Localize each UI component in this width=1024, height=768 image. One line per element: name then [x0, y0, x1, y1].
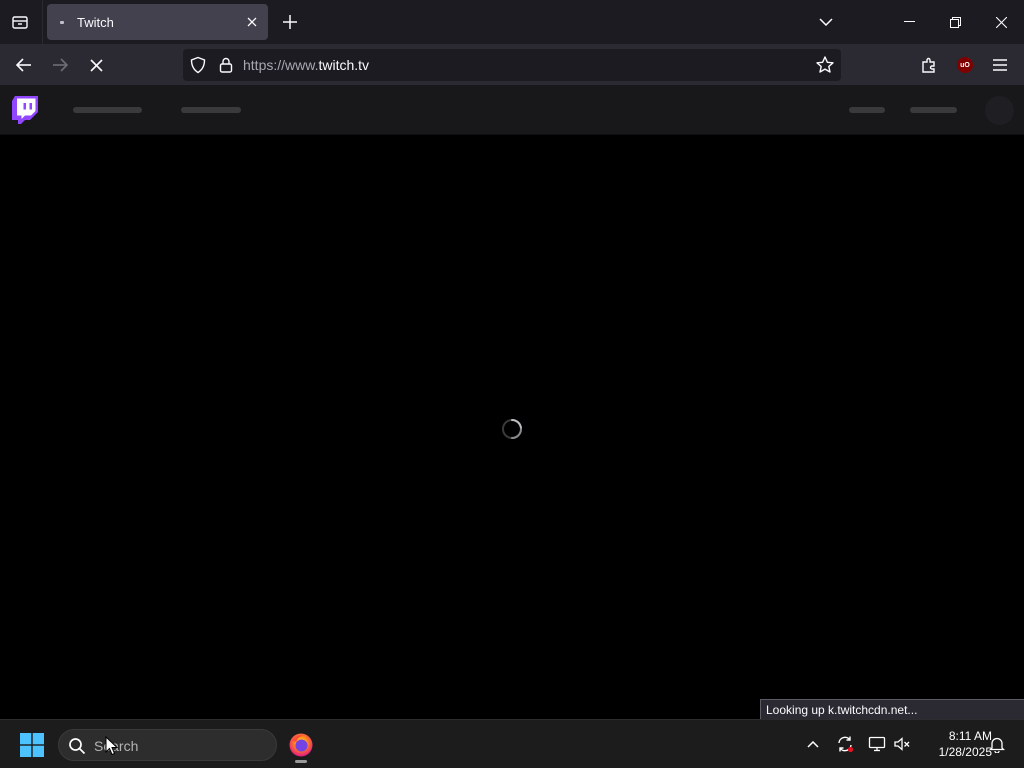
firefox-icon	[289, 733, 313, 757]
tab-title: Twitch	[77, 15, 114, 30]
ublock-icon: uO	[957, 57, 973, 73]
tab-twitch[interactable]: Twitch	[47, 4, 268, 40]
arrow-right-icon	[53, 58, 68, 72]
clock-date: 1/28/2025	[938, 745, 992, 759]
status-bar-popup: Looking up k.twitchcdn.net...	[760, 699, 1024, 720]
chevron-up-icon	[807, 740, 819, 748]
nav-skeleton-browse	[181, 107, 241, 113]
plus-icon	[283, 15, 297, 29]
network-tray-button[interactable]	[865, 732, 889, 756]
bell-icon	[989, 737, 1005, 753]
avatar-placeholder	[985, 96, 1014, 125]
star-icon[interactable]	[815, 55, 835, 75]
url-prefix: https://www.	[243, 57, 319, 73]
close-icon	[995, 16, 1007, 28]
firefox-view-button[interactable]	[6, 8, 34, 36]
sync-tray-icon-button[interactable]	[833, 732, 857, 756]
running-indicator	[295, 760, 307, 763]
tab-close-button[interactable]	[242, 12, 262, 32]
tab-separator	[42, 0, 43, 44]
nav-skeleton-login	[849, 107, 885, 113]
nav-skeleton-signup	[910, 107, 957, 113]
extensions-button[interactable]	[914, 50, 944, 80]
twitch-top-nav	[0, 85, 1024, 135]
window-close-button[interactable]	[978, 0, 1024, 44]
firefox-view-icon	[12, 16, 28, 29]
spinner-icon	[502, 419, 522, 439]
arrow-left-icon	[16, 58, 31, 72]
app-menu-button[interactable]	[985, 50, 1015, 80]
clock-time: 8:11 AM	[948, 729, 992, 743]
windows-logo-icon	[20, 733, 44, 757]
ublock-origin-button[interactable]: uO	[950, 50, 980, 80]
restore-icon	[949, 16, 961, 28]
network-icon	[868, 736, 886, 752]
address-bar[interactable]: https://www.twitch.tv	[183, 49, 841, 81]
twitch-logo-icon[interactable]	[12, 96, 38, 124]
back-button[interactable]	[9, 50, 39, 80]
search-icon	[69, 738, 86, 755]
navigation-toolbar: https://www.twitch.tv uO	[0, 44, 1024, 85]
volume-muted-icon	[894, 737, 910, 751]
mouse-cursor-icon	[105, 736, 119, 756]
chevron-down-icon	[819, 18, 833, 26]
nav-skeleton-following	[73, 107, 142, 113]
taskbar-clock[interactable]: 8:11 AM 1/28/2025	[916, 728, 992, 760]
tab-strip: Twitch	[0, 0, 1024, 44]
stop-button[interactable]	[81, 50, 111, 80]
hamburger-icon	[993, 59, 1007, 71]
lock-icon[interactable]	[217, 56, 235, 74]
close-icon	[247, 17, 257, 27]
url-host: twitch.tv	[318, 57, 370, 73]
url-text[interactable]: https://www.twitch.tv	[243, 57, 369, 73]
close-x-icon	[89, 58, 103, 72]
window-minimize-button[interactable]	[886, 0, 932, 44]
notifications-button[interactable]	[985, 732, 1009, 756]
taskbar-search-box[interactable]: Search	[58, 729, 277, 761]
window-restore-button[interactable]	[932, 0, 978, 44]
new-tab-button[interactable]	[276, 8, 304, 36]
start-button[interactable]	[14, 728, 50, 762]
taskbar: Search 8:11 AM 1/28/2025	[0, 719, 1024, 768]
minimize-icon	[903, 21, 915, 22]
forward-button[interactable]	[45, 50, 75, 80]
list-all-tabs-button[interactable]	[812, 8, 840, 36]
page-content	[0, 85, 1024, 719]
shield-icon[interactable]	[189, 56, 207, 74]
volume-tray-button[interactable]	[890, 732, 914, 756]
taskbar-firefox-button[interactable]	[283, 725, 319, 765]
sync-icon	[838, 736, 854, 753]
puzzle-icon	[922, 57, 935, 73]
tab-loading-icon	[60, 21, 64, 24]
show-hidden-icons-button[interactable]	[801, 732, 825, 756]
